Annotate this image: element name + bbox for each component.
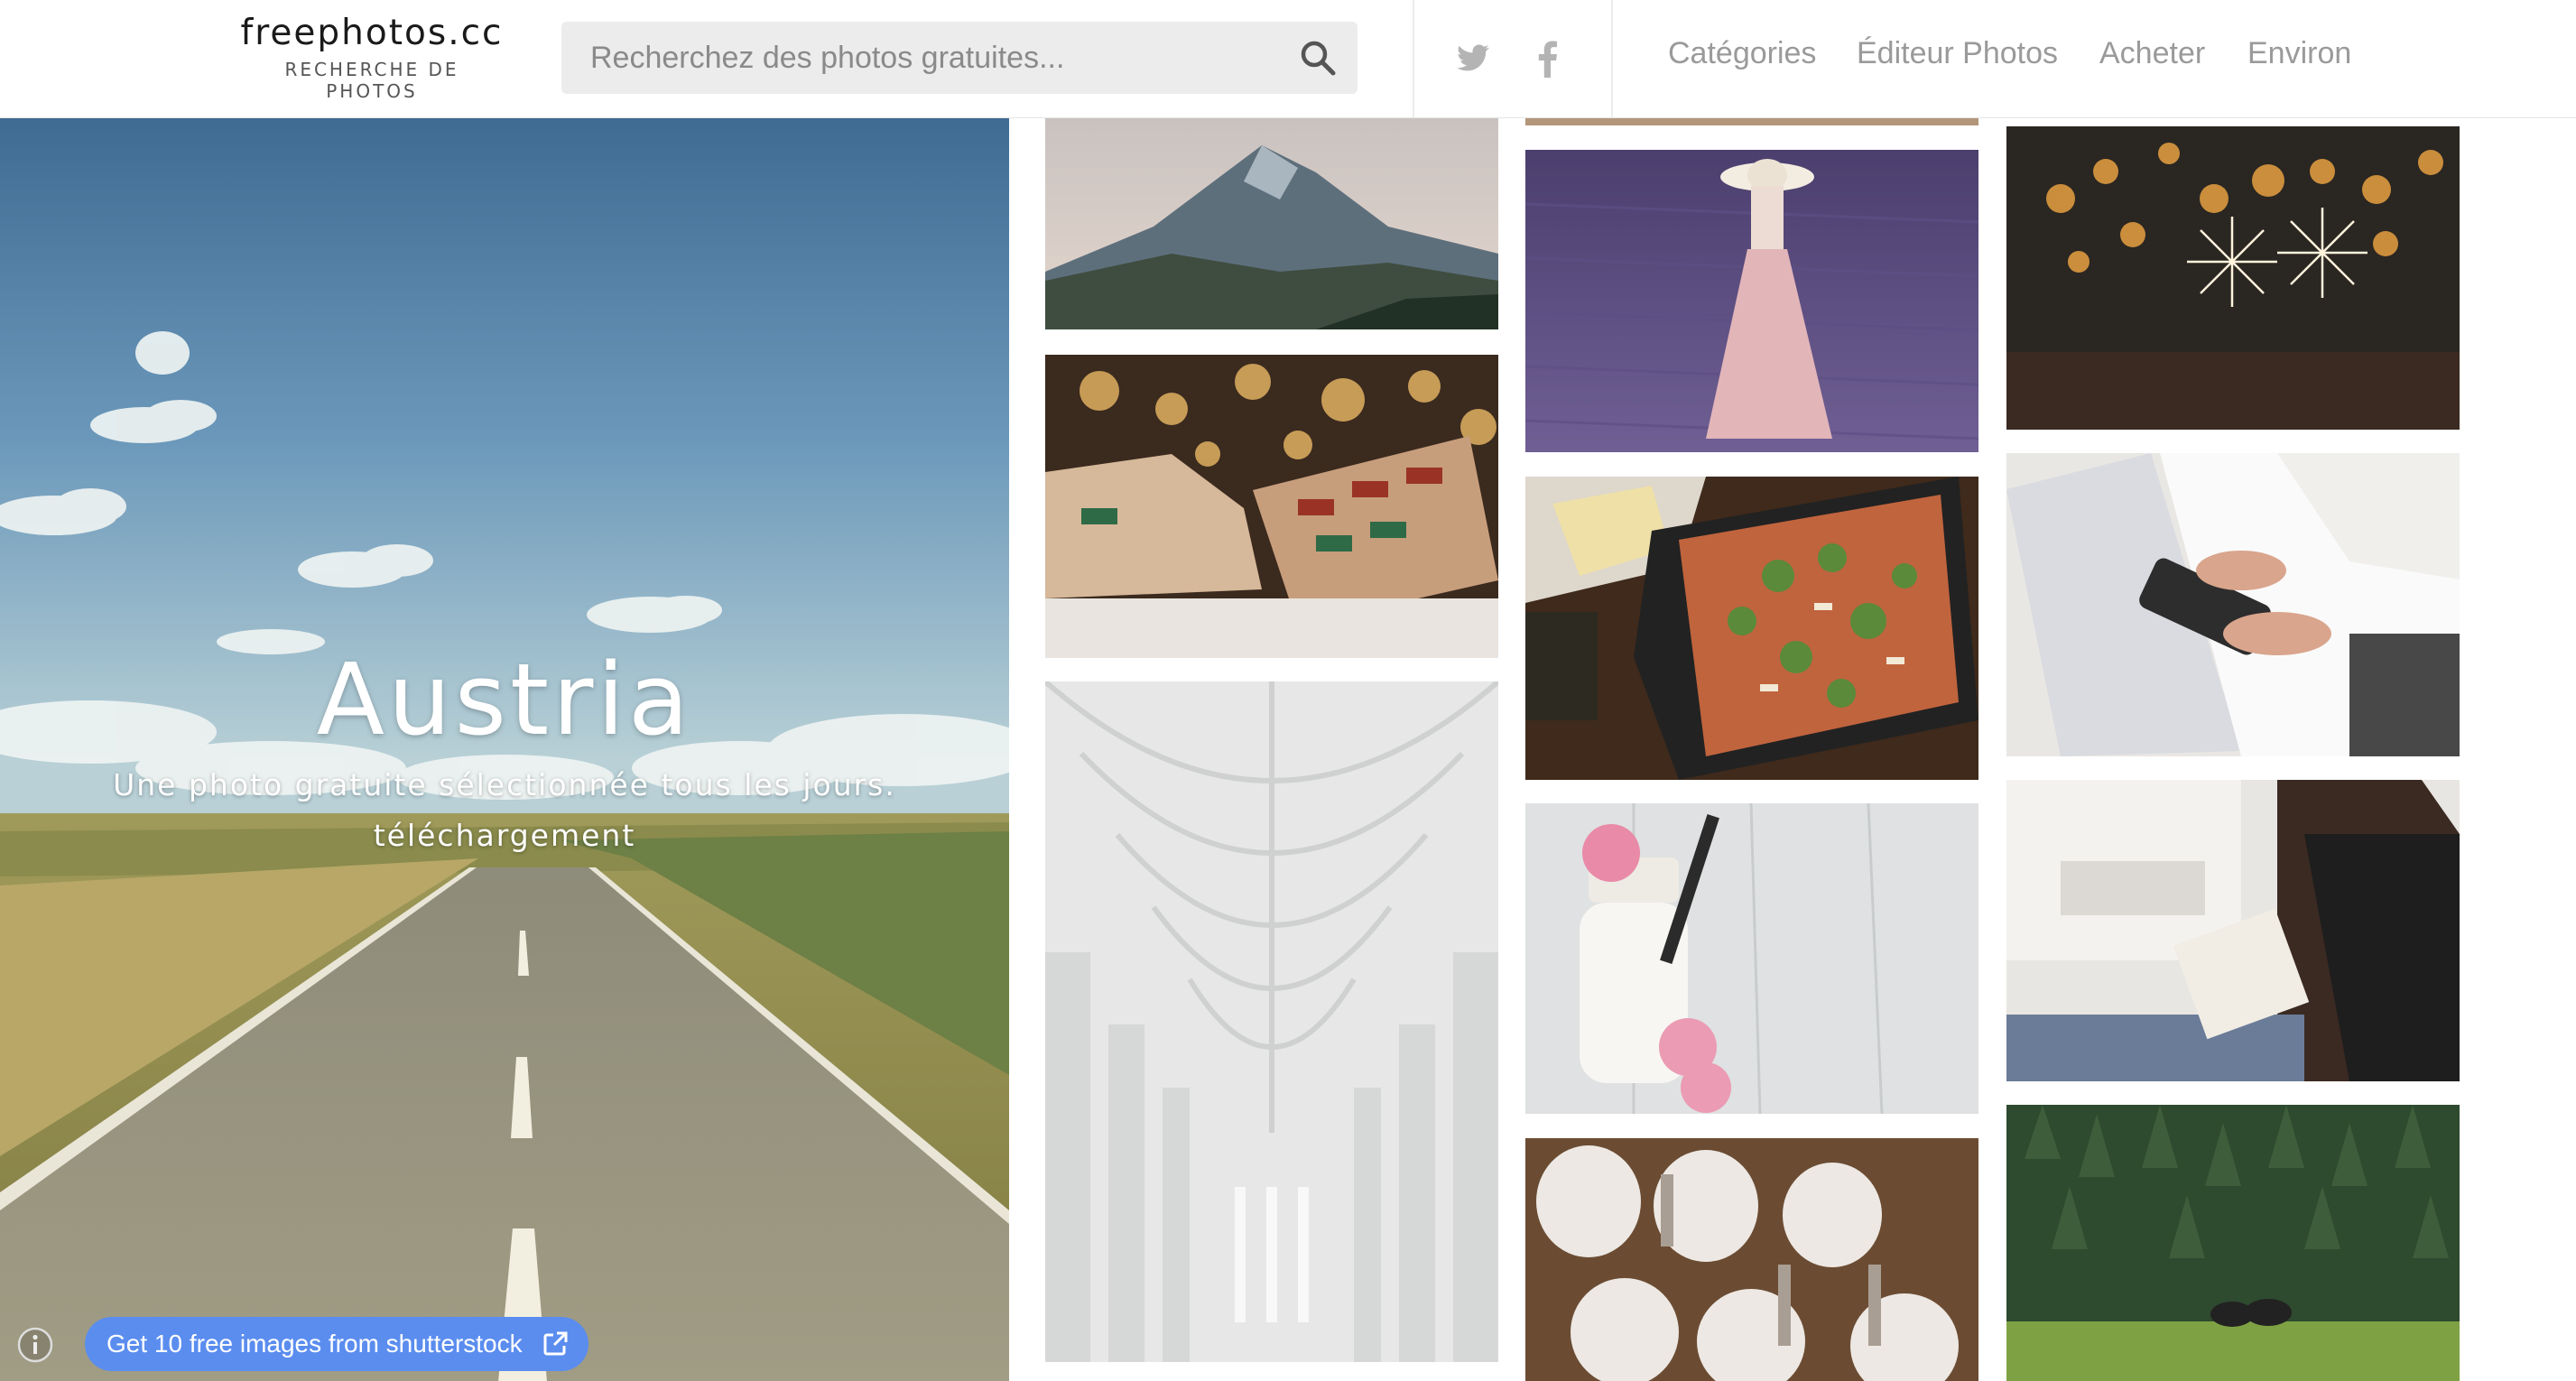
- forest-cows-image: [2006, 1105, 2460, 1381]
- logo-subtitle: RECHERCHE DE PHOTOS: [284, 59, 459, 102]
- photo-tile-eggs[interactable]: [1525, 1138, 1978, 1381]
- twitter-icon[interactable]: [1451, 36, 1496, 81]
- logo-title[interactable]: freephotos.cc: [236, 13, 507, 53]
- photo-tile-lavender-woman[interactable]: [1525, 150, 1978, 452]
- search-input[interactable]: [561, 22, 1283, 94]
- church-interior-image: [1045, 681, 1498, 1362]
- nav-buy[interactable]: Acheter: [2099, 36, 2205, 71]
- search-box: [561, 22, 1357, 94]
- lavender-woman-image: [1525, 150, 1978, 452]
- photo-tile-cropped[interactable]: [1525, 118, 1978, 125]
- phone-woman-image: [2006, 453, 2460, 756]
- external-link-icon: [543, 1331, 568, 1356]
- promo-label: Get 10 free images from shutterstock: [107, 1330, 523, 1358]
- photo-tile-phone-woman[interactable]: [2006, 453, 2460, 756]
- photo-tile-milk-bottle[interactable]: [1525, 803, 1978, 1114]
- hero-subtitle: Une photo gratuite sélectionnée tous les…: [113, 767, 896, 802]
- shutterstock-promo-button[interactable]: Get 10 free images from shutterstock: [85, 1317, 588, 1371]
- photo-tile-church-interior[interactable]: [1045, 681, 1498, 1362]
- photo-tile-mountain[interactable]: [1045, 118, 1498, 329]
- header-divider: [1611, 0, 1613, 118]
- pizza-image: [1525, 477, 1978, 780]
- reading-woman-image: [2006, 780, 2460, 1081]
- info-icon[interactable]: [16, 1326, 54, 1364]
- christmas-gifts-image: [1045, 355, 1498, 658]
- mountain-image: [1045, 118, 1498, 329]
- sparklers-image: [2006, 126, 2460, 430]
- header-divider: [1413, 0, 1414, 118]
- hero-photo[interactable]: Austria Une photo gratuite sélectionnée …: [0, 118, 1009, 1381]
- search-icon[interactable]: [1298, 38, 1338, 78]
- nav-photo-editor[interactable]: Éditeur Photos: [1857, 36, 2058, 71]
- hero-title: Austria: [316, 642, 693, 757]
- facebook-icon[interactable]: [1525, 36, 1571, 81]
- milk-bottle-image: [1525, 803, 1978, 1114]
- logo[interactable]: freephotos.cc RECHERCHE DE PHOTOS: [236, 13, 507, 102]
- nav-categories[interactable]: Catégories: [1668, 36, 1816, 71]
- eggs-image: [1525, 1138, 1978, 1381]
- photo-tile-sparklers[interactable]: [2006, 126, 2460, 430]
- photo-tile-christmas-gifts[interactable]: [1045, 355, 1498, 658]
- site-header: freephotos.cc RECHERCHE DE PHOTOS Catégo…: [0, 0, 2576, 118]
- nav-about[interactable]: Environ: [2247, 36, 2351, 71]
- photo-tile-reading-woman[interactable]: [2006, 780, 2460, 1081]
- photo-tile-pizza[interactable]: [1525, 477, 1978, 780]
- cropped-image: [1525, 118, 1978, 125]
- photo-tile-forest-cows[interactable]: [2006, 1105, 2460, 1381]
- hero-download-link[interactable]: téléchargement: [0, 818, 1009, 853]
